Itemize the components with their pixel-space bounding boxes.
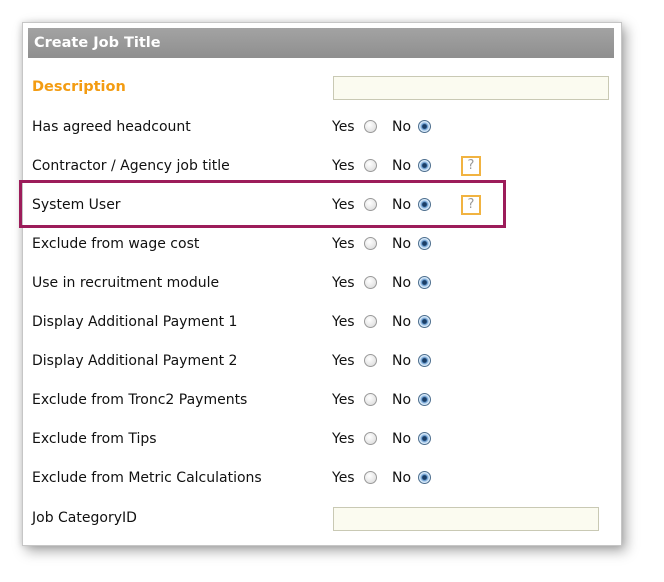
no-label: No	[392, 431, 412, 447]
option-label: Exclude from wage cost	[32, 236, 200, 252]
option-row-display-additional-payment-1: Display Additional Payment 1 Yes No	[23, 303, 621, 342]
yes-label: Yes	[332, 158, 355, 174]
option-label: Contractor / Agency job title	[32, 158, 230, 174]
yes-radio[interactable]	[364, 432, 377, 445]
no-radio[interactable]	[418, 354, 431, 367]
option-row-exclude-from-tips: Exclude from Tips Yes No	[23, 420, 621, 459]
option-label: Exclude from Tips	[32, 431, 157, 447]
option-row-contractor-agency-job-title: Contractor / Agency job title Yes No?	[23, 147, 621, 186]
no-label: No	[392, 353, 412, 369]
option-row-system-user: System User Yes No?	[23, 186, 621, 225]
option-row-exclude-from-metric-calculations: Exclude from Metric Calculations Yes No	[23, 459, 621, 498]
option-row-display-additional-payment-2: Display Additional Payment 2 Yes No	[23, 342, 621, 381]
option-label: Use in recruitment module	[32, 275, 220, 291]
yes-label: Yes	[332, 236, 355, 252]
option-label: Has agreed headcount	[32, 119, 191, 135]
panel-title: Create Job Title	[28, 28, 614, 58]
no-label: No	[392, 158, 412, 174]
yes-radio[interactable]	[364, 237, 377, 250]
no-radio[interactable]	[418, 432, 431, 445]
no-radio[interactable]	[418, 159, 431, 172]
no-label: No	[392, 314, 412, 330]
job-category-row: Job CategoryID	[23, 499, 621, 538]
no-label: No	[392, 119, 412, 135]
description-label: Description	[32, 79, 126, 95]
job-category-label: Job CategoryID	[32, 510, 137, 526]
option-row-has-agreed-headcount: Has agreed headcount Yes No	[23, 108, 621, 147]
no-radio[interactable]	[418, 393, 431, 406]
job-category-input[interactable]	[333, 507, 599, 531]
yes-radio[interactable]	[364, 393, 377, 406]
yes-label: Yes	[332, 431, 355, 447]
question-mark-icon[interactable]: ?	[461, 156, 481, 176]
yes-label: Yes	[332, 197, 355, 213]
option-label: Exclude from Metric Calculations	[32, 470, 262, 486]
yes-label: Yes	[332, 392, 355, 408]
no-radio[interactable]	[418, 198, 431, 211]
description-row: Description	[23, 68, 621, 107]
yes-label: Yes	[332, 275, 355, 291]
yes-label: Yes	[332, 470, 355, 486]
no-radio[interactable]	[418, 471, 431, 484]
no-label: No	[392, 392, 412, 408]
yes-radio[interactable]	[364, 120, 377, 133]
yes-radio[interactable]	[364, 315, 377, 328]
yes-radio[interactable]	[364, 159, 377, 172]
no-radio[interactable]	[418, 237, 431, 250]
no-radio[interactable]	[418, 276, 431, 289]
no-label: No	[392, 236, 412, 252]
option-row-exclude-from-wage-cost: Exclude from wage cost Yes No	[23, 225, 621, 264]
option-label: System User	[32, 197, 121, 213]
create-job-title-panel: Create Job Title Description Has agreed …	[22, 22, 622, 546]
option-row-use-in-recruitment-module: Use in recruitment module Yes No	[23, 264, 621, 303]
yes-radio[interactable]	[364, 198, 377, 211]
no-label: No	[392, 470, 412, 486]
option-row-exclude-from-tronc2-payments: Exclude from Tronc2 Payments Yes No	[23, 381, 621, 420]
option-label: Display Additional Payment 1	[32, 314, 238, 330]
yes-radio[interactable]	[364, 276, 377, 289]
yes-radio[interactable]	[364, 354, 377, 367]
yes-label: Yes	[332, 314, 355, 330]
no-radio[interactable]	[418, 315, 431, 328]
option-label: Display Additional Payment 2	[32, 353, 238, 369]
no-label: No	[392, 197, 412, 213]
yes-label: Yes	[332, 353, 355, 369]
yes-label: Yes	[332, 119, 355, 135]
description-input[interactable]	[333, 76, 609, 100]
question-mark-icon[interactable]: ?	[461, 195, 481, 215]
no-radio[interactable]	[418, 120, 431, 133]
yes-radio[interactable]	[364, 471, 377, 484]
option-label: Exclude from Tronc2 Payments	[32, 392, 248, 408]
no-label: No	[392, 275, 412, 291]
